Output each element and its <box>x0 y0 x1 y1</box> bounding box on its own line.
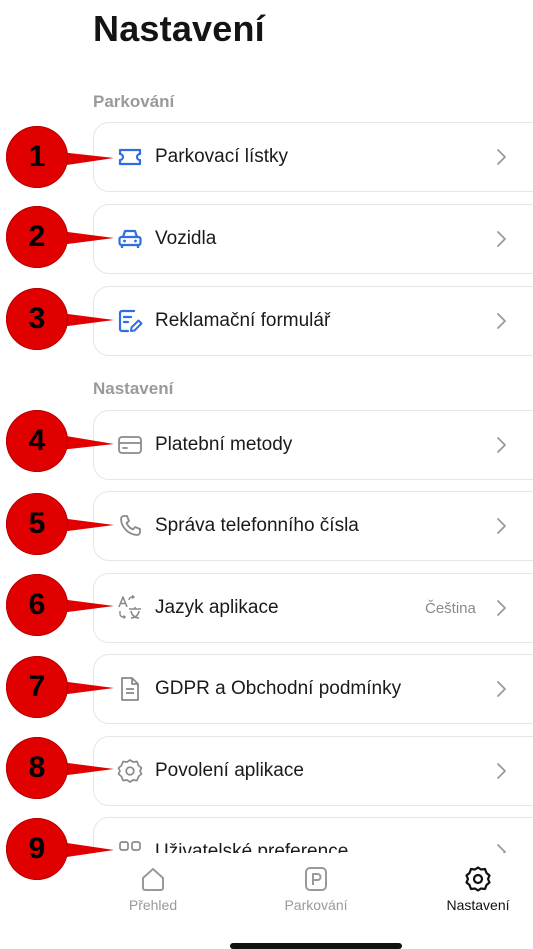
annotation-badge: 5 <box>6 493 68 555</box>
chevron-right-icon <box>493 436 509 454</box>
annotation-badge: 1 <box>6 126 68 188</box>
section-label-settings: Nastavení <box>93 379 174 398</box>
tab-parking[interactable]: Parkování <box>251 865 381 925</box>
tab-label: Parkování <box>284 897 348 913</box>
settings-item-label: Reklamační formulář <box>155 310 331 331</box>
tab-label: Nastavení <box>446 897 510 913</box>
ticket-icon <box>116 143 144 171</box>
annotation-badge: 4 <box>6 410 68 472</box>
chevron-right-icon <box>493 312 509 330</box>
bottom-tab-bar: Přehled Parkování Nastavení <box>0 853 533 949</box>
gear-icon <box>465 866 491 892</box>
car-icon <box>116 225 144 253</box>
settings-item-label: GDPR a Obchodní podmínky <box>155 678 402 699</box>
gear-icon <box>116 757 144 785</box>
phone-icon <box>116 512 144 540</box>
home-indicator <box>230 943 402 949</box>
settings-item-label: Parkovací lístky <box>155 146 289 167</box>
chevron-right-icon <box>493 230 509 248</box>
settings-item-label: Jazyk aplikace <box>155 597 279 618</box>
page-title: Nastavení <box>93 8 265 49</box>
annotation-badge: 9 <box>6 818 68 880</box>
settings-item-phone-number[interactable]: Správa telefonního čísla <box>93 491 533 561</box>
tab-settings[interactable]: Nastavení <box>413 865 533 925</box>
parking-icon <box>305 867 327 891</box>
chevron-right-icon <box>493 517 509 535</box>
settings-item-parking-tickets[interactable]: Parkovací lístky <box>93 122 533 192</box>
settings-item-payment-methods[interactable]: Platební metody <box>93 410 533 480</box>
settings-item-app-language[interactable]: Jazyk aplikace Čeština <box>93 573 533 643</box>
document-icon <box>116 675 144 703</box>
tab-label: Přehled <box>128 897 178 913</box>
settings-item-vehicles[interactable]: Vozidla <box>93 204 533 274</box>
home-icon <box>142 868 164 891</box>
settings-item-label: Správa telefonního čísla <box>155 515 359 536</box>
chevron-right-icon <box>493 680 509 698</box>
credit-card-icon <box>116 431 144 459</box>
annotation-badge: 6 <box>6 574 68 636</box>
annotation-badge: 8 <box>6 737 68 799</box>
edit-form-icon <box>116 307 144 335</box>
annotation-badge: 2 <box>6 206 68 268</box>
settings-item-label: Platební metody <box>155 434 293 455</box>
selected-language-value: Čeština <box>425 599 476 617</box>
settings-item-label: Povolení aplikace <box>155 760 304 781</box>
chevron-right-icon <box>493 148 509 166</box>
settings-item-label: Vozidla <box>155 228 217 249</box>
section-label-parking: Parkování <box>93 92 175 111</box>
chevron-right-icon <box>493 762 509 780</box>
settings-item-gdpr-terms[interactable]: GDPR a Obchodní podmínky <box>93 654 533 724</box>
translate-icon <box>116 594 144 622</box>
tab-overview[interactable]: Přehled <box>88 865 218 925</box>
annotation-badge: 7 <box>6 656 68 718</box>
settings-item-app-permissions[interactable]: Povolení aplikace <box>93 736 533 806</box>
settings-item-complaint-form[interactable]: Reklamační formulář <box>93 286 533 356</box>
chevron-right-icon <box>493 599 509 617</box>
annotation-badge: 3 <box>6 288 68 350</box>
